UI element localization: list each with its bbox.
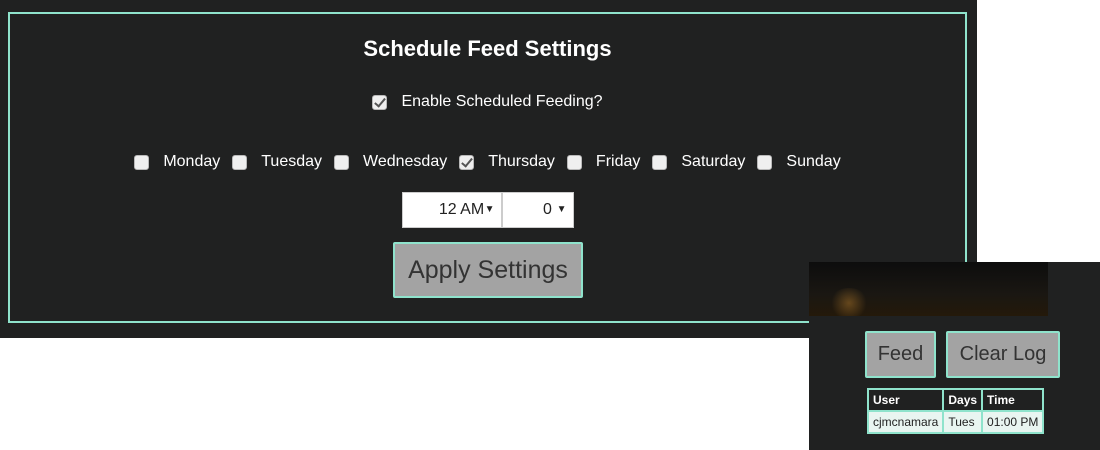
clear-log-button[interactable]: Clear Log	[946, 331, 1060, 378]
cell-time: 01:00 PM	[981, 410, 1045, 434]
day-label-monday: Monday	[163, 153, 221, 170]
column-header-time: Time	[981, 388, 1045, 412]
day-wednesday: Wednesday	[334, 153, 447, 171]
day-tuesday: Tuesday	[232, 153, 322, 171]
minute-select-value: 0	[543, 201, 552, 218]
enable-scheduled-checkbox[interactable]	[372, 94, 388, 110]
day-thursday: Thursday	[459, 153, 555, 171]
day-label-friday: Friday	[595, 153, 641, 170]
apply-settings-button[interactable]: Apply Settings	[393, 242, 583, 298]
cell-user: cjmcnamara	[866, 410, 945, 434]
side-panel: Feed Clear Log User Days Time cjmcnamara…	[809, 262, 1100, 450]
time-row: 12 AM ▼ 0 ▼	[10, 192, 965, 228]
settings-title: Schedule Feed Settings	[363, 36, 612, 61]
day-sunday: Sunday	[757, 153, 841, 171]
day-checkbox-sunday[interactable]	[757, 154, 773, 170]
days-row: Monday Tuesday Wednesday Thursday Friday Satu…	[10, 153, 965, 171]
enable-row: Enable Scheduled Feeding?	[10, 93, 965, 111]
day-checkbox-saturday[interactable]	[652, 154, 668, 170]
day-friday: Friday	[566, 153, 641, 171]
day-checkbox-thursday[interactable]	[459, 154, 475, 170]
caret-down-icon: ▼	[484, 204, 495, 215]
day-label-wednesday: Wednesday	[363, 153, 448, 170]
feed-log-table: User Days Time cjmcnamara Tues 01:00 PM	[866, 388, 1045, 434]
day-checkbox-monday[interactable]	[134, 154, 150, 170]
enable-scheduled-label: Enable Scheduled Feeding?	[401, 93, 603, 110]
day-checkbox-tuesday[interactable]	[232, 154, 248, 170]
caret-down-icon: ▼	[556, 204, 567, 215]
day-checkbox-wednesday[interactable]	[334, 154, 350, 170]
cell-days: Tues	[942, 410, 984, 434]
camera-feed-image	[809, 262, 1048, 316]
day-checkbox-friday[interactable]	[566, 154, 582, 170]
day-label-thursday: Thursday	[488, 153, 555, 170]
minute-select[interactable]: 0 ▼	[501, 192, 574, 228]
day-label-tuesday: Tuesday	[261, 153, 323, 170]
feed-button[interactable]: Feed	[865, 331, 936, 378]
camera-glow	[829, 288, 869, 316]
column-header-user: User	[866, 388, 945, 412]
table-row: cjmcnamara Tues 01:00 PM	[866, 410, 1045, 434]
day-label-sunday: Sunday	[786, 153, 841, 170]
table-header-row: User Days Time	[866, 388, 1045, 412]
day-saturday: Saturday	[652, 153, 745, 171]
day-monday: Monday	[134, 153, 220, 171]
day-label-saturday: Saturday	[681, 153, 746, 170]
hour-select-value: 12 AM	[438, 201, 485, 218]
hour-select[interactable]: 12 AM ▼	[401, 192, 502, 228]
column-header-days: Days	[942, 388, 984, 412]
